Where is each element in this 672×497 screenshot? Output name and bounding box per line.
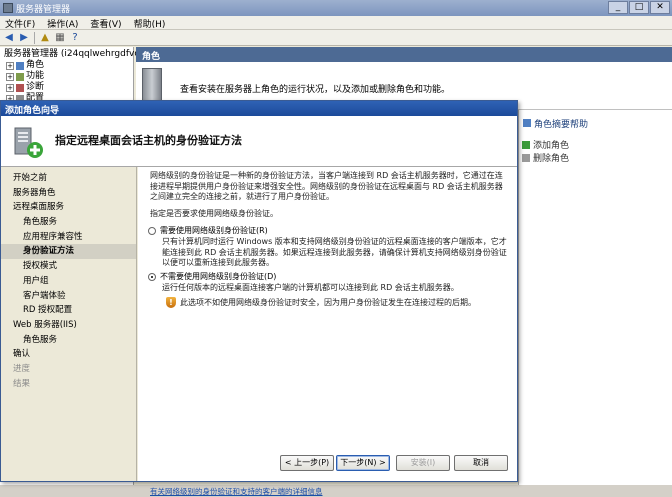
wizard-step[interactable]: 远程桌面服务 <box>1 200 136 215</box>
up-level-icon[interactable]: ▲ <box>39 32 51 44</box>
tree-item-features[interactable]: + 功能 <box>2 71 133 82</box>
back-arrow-icon[interactable]: ◀ <box>3 32 15 44</box>
tree-item-label: 诊断 <box>26 82 45 92</box>
wizard-body: 网络级别的身份验证是一种新的身份验证方法，当客户端连接到 RD 会话主机服务器时… <box>138 167 517 496</box>
no-nla-option[interactable]: 不需要使用网络级别身份验证(D) <box>148 271 276 282</box>
actions-header-label: 角色摘要帮助 <box>534 119 589 130</box>
add-roles-wizard: 添加角色向导 指定远程桌面会话主机的身份验证方法 开始之前 服务器角色 远程桌面服务… <box>0 100 518 496</box>
wizard-step[interactable]: RD 授权配置 <box>1 303 136 318</box>
cancel-button[interactable]: 取消 <box>454 455 508 471</box>
window-titlebar: 服务器管理器 _ □ ✕ <box>0 0 672 16</box>
help-icon[interactable]: ? <box>69 32 81 44</box>
menu-file[interactable]: 文件(F) <box>5 17 35 30</box>
wizard-step[interactable]: 开始之前 <box>1 171 136 186</box>
tree-root-label: 服务器管理器 (i24qqlwehrgdfvo) <box>4 49 144 59</box>
add-roles-label: 添加角色 <box>533 141 570 151</box>
wizard-step[interactable]: 角色服务 <box>1 333 136 348</box>
warning-shield-icon: ! <box>166 297 176 308</box>
menu-help[interactable]: 帮助(H) <box>134 17 166 30</box>
no-nla-description: 运行任何版本的远程桌面连接客户端的计算机都可以连接到此 RD 会话主机服务器。 <box>162 283 459 292</box>
toolbar-separator <box>34 32 35 44</box>
remove-roles-action[interactable]: 删除角色 <box>519 151 672 164</box>
wizard-step[interactable]: 授权模式 <box>1 259 136 274</box>
no-nla-label: 不需要使用网络级别身份验证(D) <box>160 272 277 281</box>
wizard-header: 指定远程桌面会话主机的身份验证方法 <box>1 116 517 167</box>
wizard-buttons: < 上一步(P) 下一步(N) > 安装(I) 取消 <box>138 447 517 481</box>
wizard-step[interactable]: 服务器角色 <box>1 186 136 201</box>
roles-description: 查看安装在服务器上角色的运行状况，以及添加或删除角色和功能。 <box>180 85 451 95</box>
wizard-step: 进度 <box>13 363 31 374</box>
require-nla-description: 只有计算机同时运行 Windows 版本和支持网络级别身份验证的远程桌面连接的客… <box>162 237 507 267</box>
wizard-step: 结果 <box>13 378 31 389</box>
window-title: 服务器管理器 <box>16 5 71 15</box>
wizard-step[interactable]: 确认 <box>1 347 136 362</box>
tree-item-label: 功能 <box>26 71 45 81</box>
forward-arrow-icon[interactable]: ▶ <box>18 32 30 44</box>
tree-item-roles[interactable]: + 角色 <box>2 60 133 71</box>
roles-icon <box>16 61 24 70</box>
add-roles-icon <box>522 140 530 149</box>
server-manager-icon <box>3 3 13 13</box>
wizard-title: 添加角色向导 <box>1 101 517 116</box>
menu-bar: 文件(F) 操作(A) 查看(V) 帮助(H) <box>0 16 672 30</box>
menu-view[interactable]: 查看(V) <box>90 17 121 30</box>
no-nla-radio[interactable] <box>148 272 156 281</box>
wizard-page-title: 指定远程桌面会话主机的身份验证方法 <box>55 134 242 147</box>
wizard-step[interactable]: 用户组 <box>1 274 136 289</box>
back-button[interactable]: < 上一步(P) <box>280 455 334 471</box>
menu-action[interactable]: 操作(A) <box>47 17 78 30</box>
remove-roles-icon <box>522 153 530 162</box>
tree-root[interactable]: 服务器管理器 (i24qqlwehrgdfvo) <box>2 49 143 60</box>
server-add-icon <box>14 127 43 158</box>
toolbar: ◀ ▶ ▲ ▦ ? <box>0 30 672 46</box>
diagnostics-icon <box>16 83 24 92</box>
actions-pane: 角色摘要帮助 添加角色 删除角色 <box>518 110 672 485</box>
nla-intro-text: 网络级别的身份验证是一种新的身份验证方法，当客户端连接到 RD 会话主机服务器时… <box>150 171 503 201</box>
nla-question-text: 指定是否要求使用网络级身份验证。 <box>150 209 278 218</box>
require-nla-option[interactable]: 需要使用网络级别身份验证(R) <box>148 225 268 236</box>
expand-icon[interactable]: + <box>6 83 14 92</box>
wizard-step[interactable]: 应用程序兼容性 <box>1 230 136 245</box>
roles-summary-help-link[interactable]: 角色摘要帮助 <box>519 116 672 130</box>
require-nla-label: 需要使用网络级别身份验证(R) <box>160 226 268 235</box>
wizard-step[interactable]: 角色服务 <box>1 215 136 230</box>
wizard-step[interactable]: 身份验证方法 <box>1 244 136 260</box>
help-book-icon <box>523 119 531 127</box>
wizard-steps: 开始之前 服务器角色 远程桌面服务 角色服务 应用程序兼容性 身份验证方法 授权模式 用户组客… <box>1 167 137 481</box>
require-nla-radio[interactable] <box>148 226 156 235</box>
security-warning-text: 此选项不如使用网络级身份验证时安全，因为用户身份验证发生在连接过程的后期。 <box>180 298 476 307</box>
tree-item-diagnostics[interactable]: + 诊断 <box>2 82 133 93</box>
install-button[interactable]: 安装(I) <box>396 455 450 471</box>
expand-icon[interactable]: + <box>6 72 14 81</box>
nla-more-info-link[interactable]: 有关网络级别的身份验证和支持的客户端的详细信息 <box>150 486 323 497</box>
tree-item-label: 角色 <box>26 60 45 70</box>
content-header: 角色 <box>136 47 672 62</box>
properties-icon[interactable]: ▦ <box>54 32 66 44</box>
minimize-button[interactable]: _ <box>608 1 628 14</box>
wizard-step[interactable]: 客户端体验 <box>1 289 136 304</box>
features-icon <box>16 72 24 81</box>
next-button[interactable]: 下一步(N) > <box>336 455 390 471</box>
close-button[interactable]: ✕ <box>650 1 670 14</box>
expand-icon[interactable]: + <box>6 61 14 70</box>
maximize-button[interactable]: □ <box>629 1 649 14</box>
remove-roles-label: 删除角色 <box>533 154 570 164</box>
wizard-step[interactable]: Web 服务器(IIS) <box>1 318 136 333</box>
add-roles-action[interactable]: 添加角色 <box>519 138 672 151</box>
